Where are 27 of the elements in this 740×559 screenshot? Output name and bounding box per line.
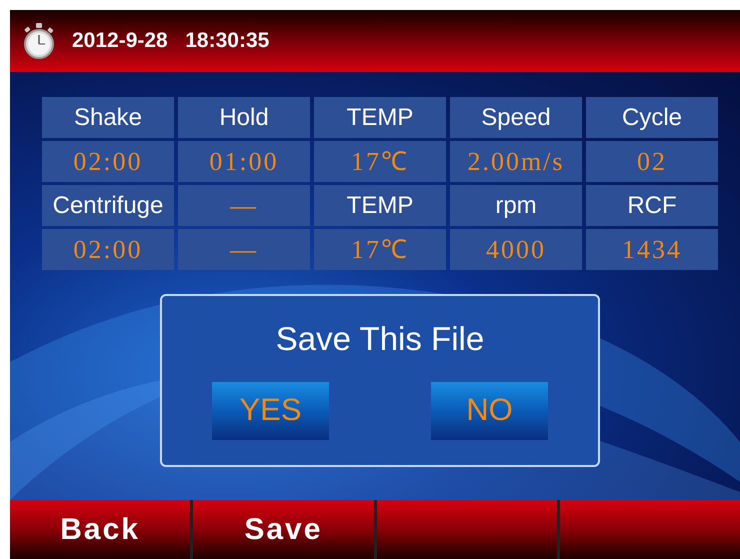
- footer-button[interactable]: [560, 500, 740, 559]
- footer-button[interactable]: Back: [10, 500, 190, 559]
- header-cell: Cycle: [586, 97, 718, 138]
- header-cell: Hold: [178, 97, 310, 138]
- dialog-title: Save This File: [276, 319, 484, 359]
- header-cell: Shake: [42, 97, 174, 138]
- value-cell: 17℃: [314, 229, 446, 270]
- header-cell: Centrifuge: [42, 185, 174, 226]
- value-cell: 17℃: [314, 141, 446, 182]
- value-cell: 01:00: [178, 141, 310, 182]
- value-cell: —: [178, 229, 310, 270]
- header-cell: Speed: [450, 97, 582, 138]
- header-cell: TEMP: [314, 185, 446, 226]
- header-cell: RCF: [586, 185, 718, 226]
- value-cell: 1434: [586, 229, 718, 270]
- header-cell: TEMP: [314, 97, 446, 138]
- stopwatch-icon: [22, 23, 56, 59]
- date-time: 2012-9-28 18:30:35: [72, 28, 270, 54]
- value-cell: 02:00: [42, 141, 174, 182]
- footer-button[interactable]: Save: [193, 500, 374, 559]
- value-cell: 02:00: [42, 229, 174, 270]
- value-cell: —: [178, 185, 310, 226]
- value-cell: 2.00m/s: [450, 141, 582, 182]
- value-cell: 02: [586, 141, 718, 182]
- value-cell: 4000: [450, 229, 582, 270]
- header-cell: rpm: [450, 185, 582, 226]
- footer-button[interactable]: [376, 500, 557, 559]
